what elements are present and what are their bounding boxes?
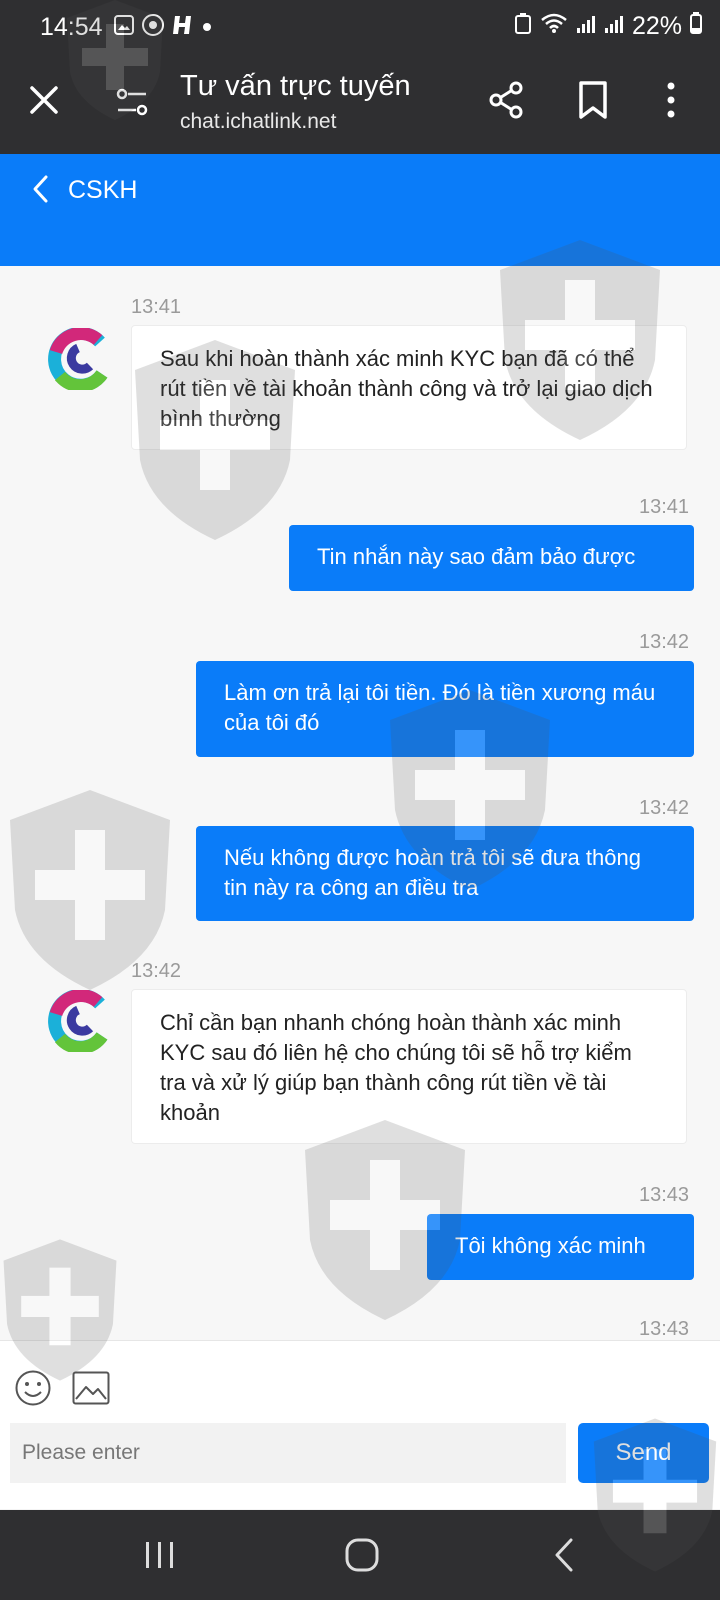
message-timestamp: 13:43 — [639, 1184, 690, 1206]
close-icon[interactable] — [26, 82, 62, 118]
browser-toolbar: Tư vấn trực tuyến chat.ichatlink.net — [0, 52, 720, 154]
more-options-icon[interactable] — [664, 80, 678, 120]
message-timestamp: 13:41 — [131, 296, 182, 318]
message-composer: Send — [0, 1340, 720, 1509]
signal-icon — [576, 12, 596, 41]
message-timestamp: 13:42 — [639, 631, 690, 653]
page-title: Tư vấn trực tuyến — [180, 70, 411, 102]
chat-header: CSKH — [0, 154, 720, 266]
send-button[interactable]: Send — [578, 1423, 709, 1483]
status-time: 14:54 — [40, 13, 103, 41]
battery-icon — [690, 12, 702, 41]
page-url[interactable]: chat.ichatlink.net — [180, 110, 336, 134]
recycle-icon — [514, 12, 532, 41]
battery-percent: 22% — [631, 12, 682, 40]
signal-icon — [604, 12, 624, 41]
h-app-icon — [172, 14, 194, 41]
chat-messages[interactable]: 13:41 Sau khi hoàn thành xác minh KYC bạ… — [0, 266, 720, 1340]
agent-avatar — [48, 326, 110, 393]
share-icon[interactable] — [486, 80, 526, 120]
recent-apps-icon[interactable] — [120, 1510, 200, 1600]
bookmark-icon[interactable] — [576, 80, 610, 120]
home-icon[interactable] — [322, 1510, 402, 1600]
outgoing-message: Tin nhắn này sao đảm bảo được — [289, 525, 694, 591]
message-timestamp: 13:42 — [131, 960, 182, 982]
dot-icon — [202, 19, 212, 37]
gallery-icon — [114, 15, 134, 40]
outgoing-message: Nếu không được hoàn trả tôi sẽ đưa thông… — [196, 826, 694, 921]
message-timestamp: 13:41 — [639, 496, 690, 518]
outgoing-message: Làm ơn trả lại tôi tiền. Đó là tiền xươn… — [196, 661, 694, 757]
image-upload-icon[interactable] — [72, 1371, 110, 1410]
incoming-message: Sau khi hoàn thành xác minh KYC bạn đã c… — [131, 325, 687, 450]
status-bar: 14:54 22% — [0, 0, 720, 52]
message-input[interactable] — [10, 1423, 566, 1483]
system-navigation-bar — [0, 1510, 720, 1600]
message-timestamp: 13:42 — [639, 797, 690, 819]
outgoing-message: Tôi không xác minh — [427, 1214, 694, 1280]
chat-title[interactable]: CSKH — [68, 176, 137, 205]
agent-avatar — [48, 988, 110, 1055]
site-settings-icon[interactable] — [112, 82, 152, 122]
incoming-message: Chỉ cần bạn nhanh chóng hoàn thành xác m… — [131, 989, 687, 1144]
chrome-icon — [142, 14, 164, 41]
back-navigation-icon[interactable] — [524, 1510, 604, 1600]
message-timestamp: 13:43 — [639, 1318, 690, 1340]
back-icon[interactable] — [26, 174, 56, 209]
emoji-icon[interactable] — [14, 1369, 52, 1412]
wifi-icon — [540, 12, 568, 41]
